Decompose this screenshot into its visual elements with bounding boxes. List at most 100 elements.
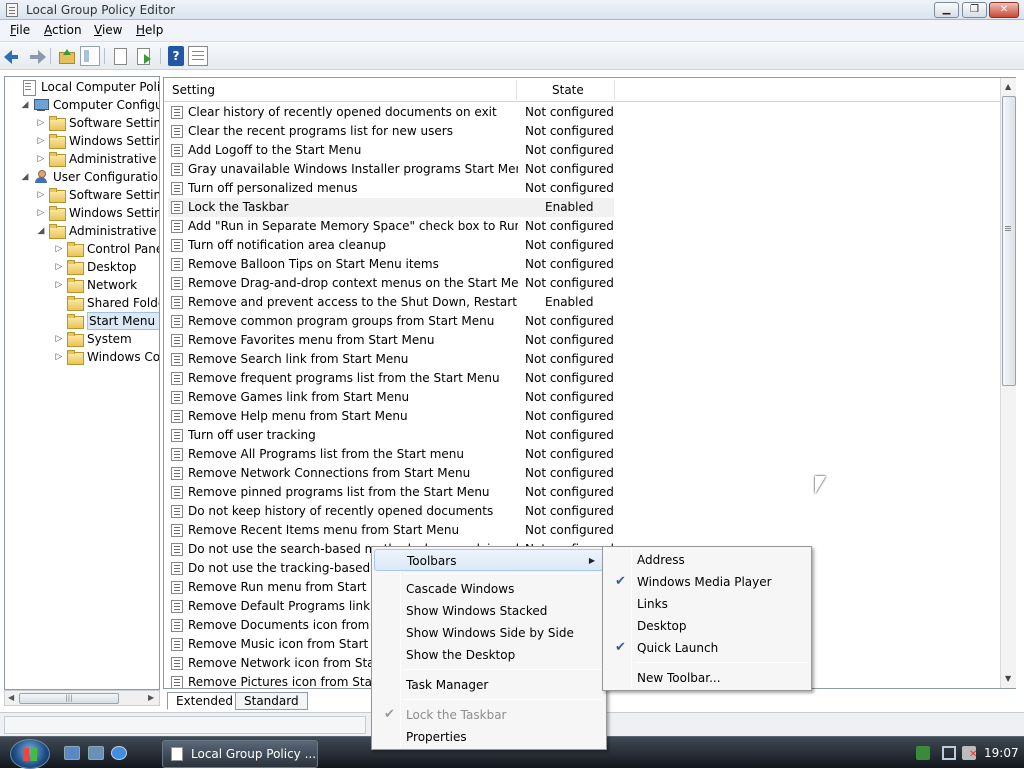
context-menu-item[interactable]: Show Windows Side by Side bbox=[374, 622, 604, 644]
scroll-left-arrow-icon[interactable]: ◀ bbox=[8, 693, 14, 702]
volume-muted-icon[interactable] bbox=[962, 746, 977, 760]
check-icon: ✔ bbox=[615, 574, 626, 589]
context-menu-item[interactable]: Task Manager bbox=[374, 674, 604, 696]
back-arrow-icon[interactable] bbox=[4, 46, 24, 66]
expander-icon[interactable] bbox=[7, 78, 19, 96]
tab-extended[interactable]: Extended bbox=[167, 692, 242, 710]
expander-icon[interactable]: ▷ bbox=[35, 114, 47, 132]
table-row[interactable]: Remove Search link from Start Menu Not co… bbox=[168, 350, 614, 369]
submenu-item[interactable]: Links bbox=[605, 593, 809, 615]
table-row[interactable]: Clear the recent programs list for new u… bbox=[168, 122, 614, 141]
scroll-thumb[interactable]: ||| bbox=[19, 693, 119, 704]
show-hide-tree-icon[interactable] bbox=[80, 46, 100, 66]
expander-icon[interactable] bbox=[53, 312, 65, 330]
table-row[interactable]: Remove All Programs list from the Start … bbox=[168, 445, 614, 464]
expander-icon[interactable]: ▷ bbox=[53, 330, 65, 348]
expander-icon[interactable]: ▷ bbox=[35, 186, 47, 204]
column-divider[interactable] bbox=[614, 80, 615, 100]
table-row[interactable]: Remove and prevent access to the Shut Do… bbox=[168, 293, 614, 312]
context-menu-item[interactable]: Cascade Windows bbox=[374, 578, 604, 600]
close-button[interactable]: ✕ bbox=[989, 2, 1019, 18]
menu-help[interactable]: Help bbox=[136, 23, 163, 37]
filter-grid-icon[interactable] bbox=[188, 46, 208, 66]
properties-doc-icon[interactable] bbox=[110, 46, 130, 66]
table-row[interactable]: Turn off user tracking Not configured bbox=[168, 426, 614, 445]
start-button[interactable] bbox=[10, 739, 50, 769]
table-row[interactable]: Remove frequent programs list from the S… bbox=[168, 369, 614, 388]
submenu-item[interactable]: ✔ Windows Media Player bbox=[605, 571, 809, 593]
table-row[interactable]: Remove Network Connections from Start Me… bbox=[168, 464, 614, 483]
tree-node-label: Network bbox=[87, 278, 138, 292]
expander-icon[interactable]: ▷ bbox=[35, 132, 47, 150]
policy-setting-icon bbox=[171, 467, 183, 480]
taskbar-context-menu: Toolbars ▶ Cascade Windows Show Windows Sta… bbox=[371, 546, 607, 750]
table-row[interactable]: Remove Drag-and-drop context menus on th… bbox=[168, 274, 614, 293]
table-row[interactable]: Remove Balloon Tips on Start Menu items N… bbox=[168, 255, 614, 274]
submenu-item[interactable]: Desktop bbox=[605, 615, 809, 637]
expander-icon[interactable]: ▷ bbox=[53, 348, 65, 366]
table-row[interactable]: Remove common program groups from Start … bbox=[168, 312, 614, 331]
table-row[interactable]: Do not keep history of recently opened d… bbox=[168, 502, 614, 521]
table-row[interactable]: Remove Help menu from Start Menu Not conf… bbox=[168, 407, 614, 426]
context-menu-item[interactable]: Show the Desktop bbox=[374, 644, 604, 666]
show-desktop-icon[interactable] bbox=[64, 746, 80, 760]
minimize-button[interactable]: ▁ bbox=[934, 2, 959, 18]
expander-icon[interactable] bbox=[53, 294, 65, 312]
tab-standard[interactable]: Standard bbox=[235, 692, 308, 710]
table-row[interactable]: Remove pinned programs list from the Sta… bbox=[168, 483, 614, 502]
expander-icon[interactable]: ▷ bbox=[35, 204, 47, 222]
menu-item-label: Show Windows Side by Side bbox=[406, 626, 574, 640]
switch-windows-icon[interactable] bbox=[88, 746, 104, 760]
help-icon[interactable]: ? bbox=[168, 46, 184, 66]
network-icon[interactable] bbox=[942, 746, 956, 760]
context-menu-item[interactable]: Show Windows Stacked bbox=[374, 600, 604, 622]
table-row[interactable]: Turn off personalized menus Not configure… bbox=[168, 179, 614, 198]
scroll-down-arrow-icon[interactable]: ▼ bbox=[1005, 674, 1011, 683]
menu-action[interactable]: Action bbox=[44, 23, 82, 37]
context-menu-item[interactable]: Properties bbox=[374, 726, 604, 748]
context-menu-item[interactable]: ✔ Lock the Taskbar bbox=[374, 704, 604, 726]
expander-icon[interactable]: ◢ bbox=[19, 168, 31, 186]
column-header-state[interactable]: State bbox=[552, 83, 584, 97]
tree-horizontal-scrollbar[interactable]: ◀ ||| ▶ bbox=[4, 690, 160, 706]
submenu-item[interactable]: ✔ Quick Launch bbox=[605, 637, 809, 659]
table-row[interactable]: Add Logoff to the Start Menu Not configur… bbox=[168, 141, 614, 160]
export-list-icon[interactable] bbox=[134, 46, 154, 66]
forward-arrow-icon[interactable] bbox=[26, 46, 46, 66]
maximize-button[interactable]: ❐ bbox=[962, 2, 987, 18]
column-header-setting[interactable]: Setting bbox=[172, 83, 215, 97]
toolbar-separator bbox=[50, 48, 51, 64]
column-divider[interactable] bbox=[516, 80, 517, 100]
table-row[interactable]: Turn off notification area cleanup Not co… bbox=[168, 236, 614, 255]
expander-icon[interactable]: ▷ bbox=[53, 258, 65, 276]
expander-icon[interactable]: ▷ bbox=[35, 150, 47, 168]
table-row[interactable]: Add "Run in Separate Memory Space" check… bbox=[168, 217, 614, 236]
table-row[interactable]: Gray unavailable Windows Installer progr… bbox=[168, 160, 614, 179]
security-shield-icon[interactable] bbox=[916, 746, 930, 760]
context-menu-item[interactable]: Toolbars ▶ bbox=[374, 549, 604, 571]
table-row[interactable]: Lock the Taskbar Enabled bbox=[168, 198, 614, 217]
clock[interactable]: 19:07 bbox=[984, 746, 1019, 760]
table-row[interactable]: Remove Recent Items menu from Start Menu… bbox=[168, 521, 614, 540]
table-row[interactable]: Remove Favorites menu from Start Menu Not… bbox=[168, 331, 614, 350]
submenu-item[interactable]: Address bbox=[605, 549, 809, 571]
list-vertical-scrollbar[interactable]: ▲ ▼ bbox=[1000, 78, 1016, 688]
tree-node-label: Control Panel bbox=[87, 242, 160, 256]
expander-icon[interactable]: ▷ bbox=[53, 276, 65, 294]
menu-file[interactable]: File bbox=[10, 23, 30, 37]
policy-setting-icon bbox=[171, 163, 183, 176]
scroll-up-arrow-icon[interactable]: ▲ bbox=[1005, 82, 1011, 91]
check-icon: ✔ bbox=[615, 640, 626, 655]
up-folder-icon[interactable] bbox=[56, 46, 76, 66]
scroll-right-arrow-icon[interactable]: ▶ bbox=[148, 693, 154, 702]
expander-icon[interactable]: ◢ bbox=[35, 222, 47, 240]
expander-icon[interactable]: ▷ bbox=[53, 240, 65, 258]
scroll-thumb[interactable] bbox=[1002, 96, 1016, 386]
internet-explorer-icon[interactable] bbox=[111, 746, 127, 760]
taskbar-button-group-policy[interactable]: Local Group Policy ... bbox=[162, 740, 318, 768]
expander-icon[interactable]: ◢ bbox=[19, 96, 31, 114]
table-row[interactable]: Clear history of recently opened documen… bbox=[168, 103, 614, 122]
submenu-item[interactable]: New Toolbar... bbox=[605, 667, 809, 689]
menu-view[interactable]: View bbox=[94, 23, 122, 37]
table-row[interactable]: Remove Games link from Start Menu Not con… bbox=[168, 388, 614, 407]
